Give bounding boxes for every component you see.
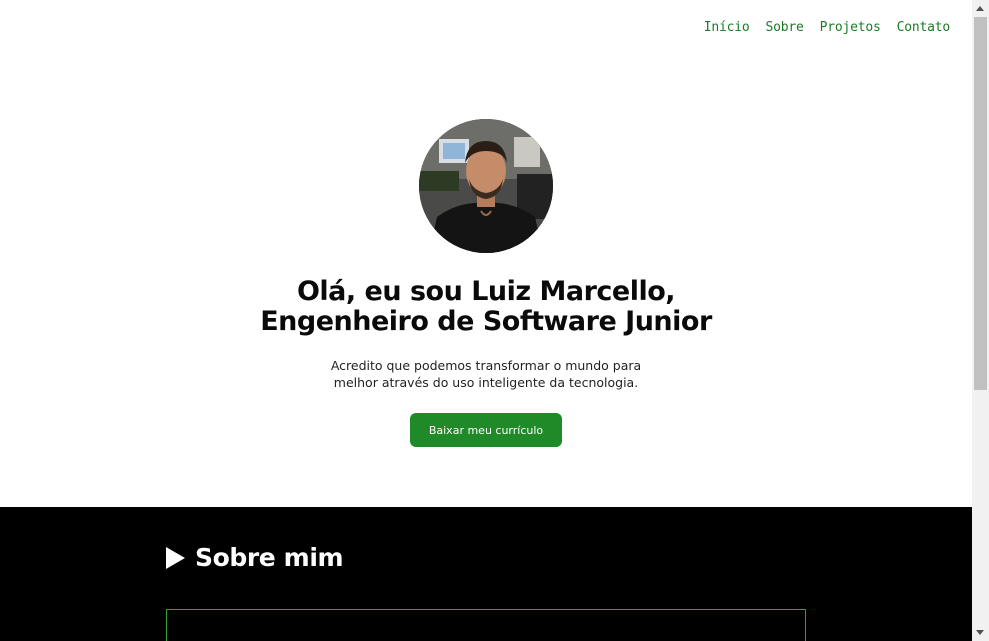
play-triangle-icon bbox=[166, 546, 185, 569]
download-cv-button[interactable]: Baixar meu currículo bbox=[410, 413, 562, 447]
about-content-box bbox=[166, 609, 806, 641]
hero-section: Olá, eu sou Luiz Marcello, Engenheiro de… bbox=[0, 0, 972, 507]
scroll-down-arrow-icon[interactable] bbox=[976, 630, 984, 635]
about-heading: Sobre mim bbox=[166, 543, 344, 572]
scroll-up-arrow-icon[interactable] bbox=[976, 6, 984, 11]
about-title: Sobre mim bbox=[195, 543, 344, 572]
scrollbar-thumb[interactable] bbox=[974, 17, 987, 390]
vertical-scrollbar[interactable] bbox=[972, 0, 989, 641]
about-section: Sobre mim bbox=[0, 507, 972, 641]
hero-title: Olá, eu sou Luiz Marcello, Engenheiro de… bbox=[0, 277, 972, 337]
hero-subtitle-line1: Acredito que podemos transformar o mundo… bbox=[330, 358, 642, 373]
profile-photo bbox=[419, 119, 553, 253]
hero-title-line2: Engenheiro de Software Junior bbox=[260, 306, 712, 337]
avatar bbox=[419, 119, 553, 253]
page: Início Sobre Projetos Contato Olá, eu so… bbox=[0, 0, 972, 641]
hero-subtitle-line2: melhor através do uso inteligente da tec… bbox=[333, 375, 639, 390]
hero-subtitle: Acredito que podemos transformar o mundo… bbox=[0, 357, 972, 391]
hero-title-line1: Olá, eu sou Luiz Marcello, bbox=[296, 276, 676, 307]
